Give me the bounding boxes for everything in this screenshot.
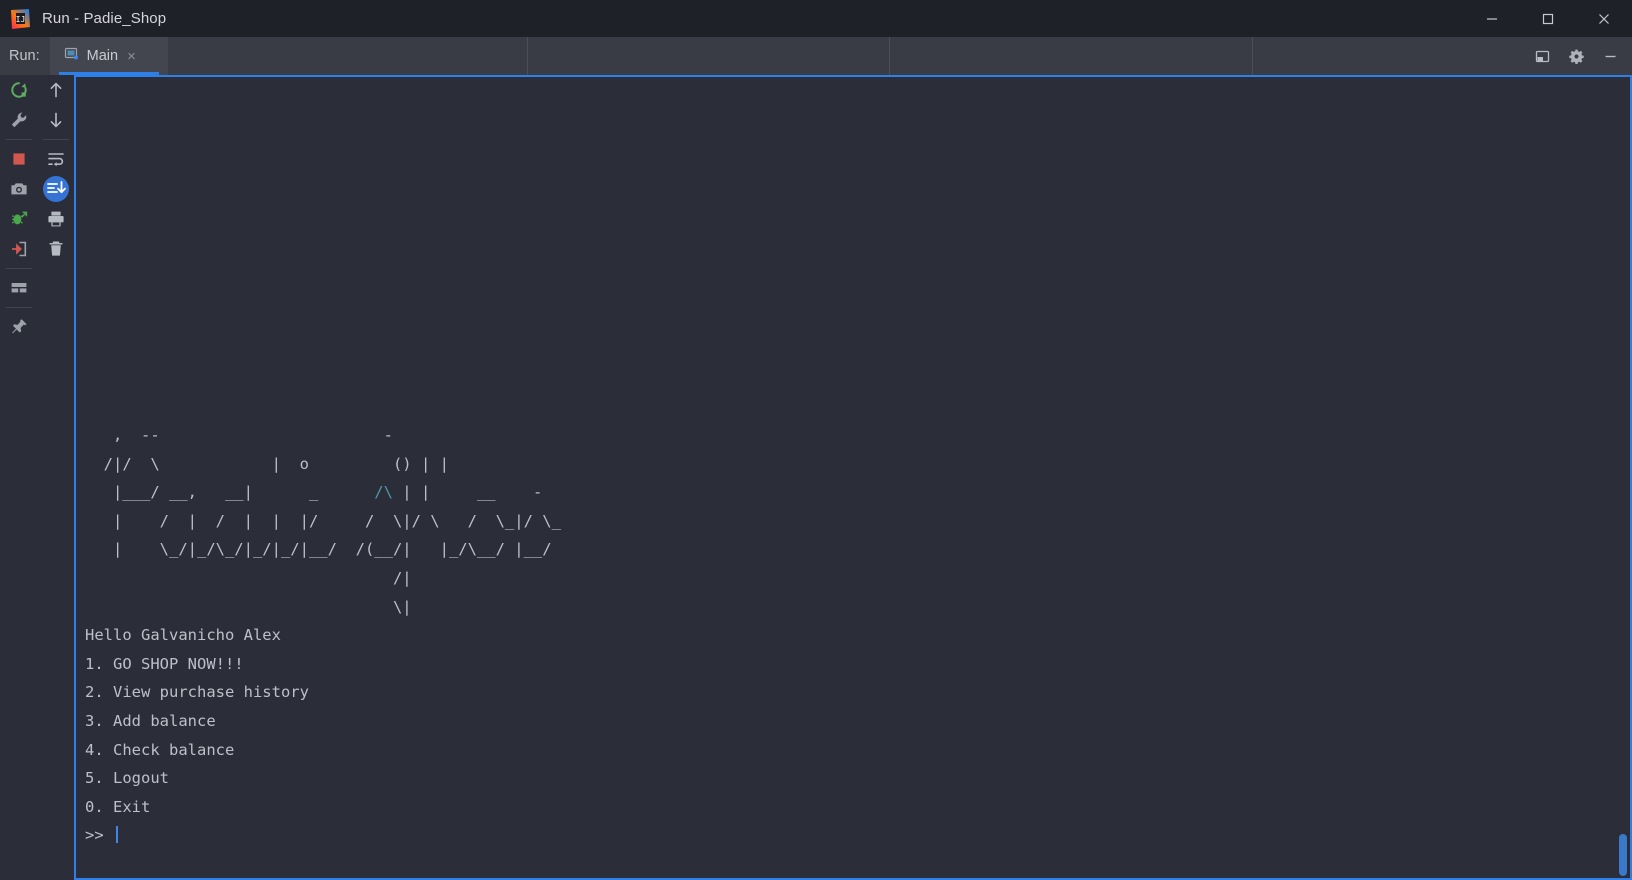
- ascii-art-line: /|/ \ | o () | |: [85, 454, 449, 473]
- run-toolbar-column-primary: [0, 75, 37, 342]
- tabbar-divider-2: [888, 37, 890, 75]
- menu-item: 5. Logout: [85, 769, 169, 788]
- window-minimize-button[interactable]: [1464, 0, 1520, 37]
- run-configuration-icon: [64, 46, 80, 67]
- tab-main[interactable]: Main ×: [49, 37, 168, 75]
- settings-gear-icon[interactable]: [1560, 40, 1592, 72]
- scroll-to-end-icon[interactable]: [37, 174, 74, 204]
- ascii-art-line: \|: [85, 597, 412, 616]
- toolbar-separator: [5, 139, 32, 140]
- window-maximize-button[interactable]: [1520, 0, 1576, 37]
- minimize-tool-window-icon[interactable]: [1594, 40, 1626, 72]
- greeting-line: Hello Galvanicho Alex: [85, 626, 281, 645]
- window-title: Run - Padie_Shop: [42, 10, 167, 27]
- stop-icon[interactable]: [0, 144, 37, 174]
- ascii-art-line: /|: [85, 568, 412, 587]
- rerun-icon[interactable]: [0, 75, 37, 105]
- ascii-art-line: |___/ __, __| _ /\ | | __ -: [85, 483, 543, 502]
- print-icon[interactable]: [37, 204, 74, 234]
- toolbar-separator: [5, 268, 32, 269]
- restart-debug-icon[interactable]: [0, 204, 37, 234]
- soft-wrap-icon[interactable]: [37, 144, 74, 174]
- tool-window-actions: [1526, 37, 1632, 75]
- attach-process-icon[interactable]: [0, 234, 37, 264]
- hide-window-icon[interactable]: [1526, 40, 1558, 72]
- text-cursor: [116, 826, 118, 844]
- console-output-panel[interactable]: , -- - /|/ \ | o () | | |___/ __, __| _ …: [74, 75, 1632, 880]
- run-tool-window: IJ Run - Padie_Shop Run: Main × , -- - /…: [0, 0, 1632, 880]
- tabbar-divider-3: [1251, 37, 1253, 75]
- ascii-art-line: | / | / | | |/ / \|/ \ / \_|/ \_: [85, 511, 561, 530]
- run-toolbar: [0, 75, 74, 880]
- tab-label: Main: [86, 48, 119, 64]
- prompt-symbol: >>: [85, 826, 113, 845]
- clear-all-icon[interactable]: [37, 234, 74, 264]
- svg-text:IJ: IJ: [16, 15, 26, 24]
- menu-item: 1. GO SHOP NOW!!!: [85, 654, 244, 673]
- console-inner: , -- - /|/ \ | o () | | |___/ __, __| _ …: [76, 77, 1630, 878]
- menu-item: 4. Check balance: [85, 740, 235, 759]
- tabbar-divider-1: [526, 37, 528, 75]
- menu-item: 0. Exit: [85, 797, 151, 816]
- layout-icon[interactable]: [0, 273, 37, 303]
- arrow-up-icon[interactable]: [37, 75, 74, 105]
- tab-close-icon[interactable]: ×: [127, 49, 136, 64]
- toolbar-separator: [5, 307, 32, 308]
- run-toolbar-column-secondary: [37, 75, 74, 264]
- menu-item: 2. View purchase history: [85, 683, 309, 702]
- run-label: Run:: [9, 48, 40, 64]
- run-tab-bar: Run: Main ×: [0, 37, 1632, 75]
- ascii-art-line: | \_/|_/\_/|_/|_/|__/ /(__/| |_/\__/ |__…: [85, 540, 552, 559]
- camera-icon[interactable]: [0, 174, 37, 204]
- arrow-down-icon[interactable]: [37, 105, 74, 135]
- console-scrollbar[interactable]: [1618, 77, 1629, 878]
- prompt-line-wrap: >>: [85, 826, 118, 844]
- ascii-art-line: , -- -: [85, 426, 393, 444]
- console-scrollbar-thumb[interactable]: [1619, 834, 1627, 876]
- window-close-button[interactable]: [1576, 0, 1632, 37]
- tab-bar-empty-area: [168, 37, 1632, 75]
- wrench-icon[interactable]: [0, 105, 37, 135]
- pin-icon[interactable]: [0, 312, 37, 342]
- title-bar: IJ Run - Padie_Shop: [0, 0, 1632, 37]
- intellij-idea-logo: IJ: [8, 7, 32, 31]
- toolbar-separator: [42, 139, 69, 140]
- menu-item: 3. Add balance: [85, 711, 216, 730]
- console-text[interactable]: , -- - /|/ \ | o () | | |___/ __, __| _ …: [76, 83, 1630, 850]
